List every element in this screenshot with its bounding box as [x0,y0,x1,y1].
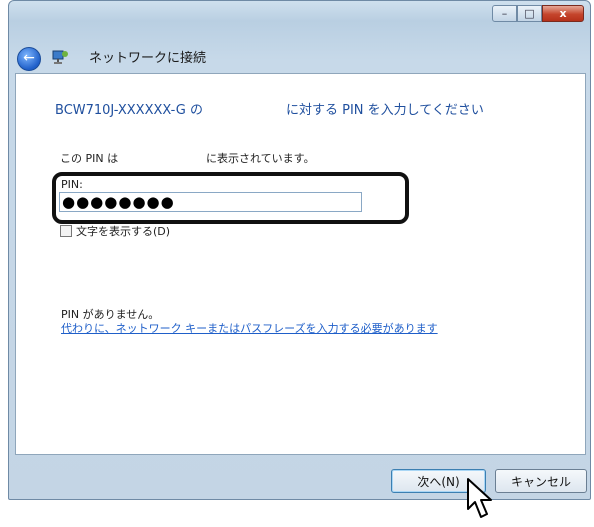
page-heading-right: に対する PIN を入力してください [286,103,484,118]
content-panel: BCW710J-XXXXXX-G の に対する PIN を入力してください この… [15,73,586,455]
minimize-button[interactable]: – [492,5,517,22]
show-characters-label: 文字を表示する(D) [76,225,171,238]
page-heading-left: BCW710J-XXXXXX-G の [55,103,204,118]
enter-key-link[interactable]: 代わりに、ネットワーク キーまたはパスフレーズを入力する必要があります [61,320,438,336]
highlight-frame [52,172,409,224]
window-title: ネットワークに接続 [89,51,207,66]
show-characters-checkbox[interactable]: 文字を表示する(D) [60,223,170,239]
maximize-button[interactable]: □ [517,5,542,22]
window-controls: – □ x [492,5,584,22]
back-arrow-icon[interactable]: ← [17,47,41,71]
pin-hint-right: に表示されています。 [206,152,315,165]
pin-hint-left: この PIN は [60,152,119,165]
checkbox-box[interactable] [60,225,72,237]
button-bar: 次へ(N) キャンセル [9,455,590,501]
cancel-button[interactable]: キャンセル [495,469,587,493]
mouse-pointer-icon [467,478,492,518]
title-bar: – □ x ← ネットワークに接続 [9,1,590,73]
dialog-window: – □ x ← ネットワークに接続 BCW710J-XXXXXX-G の に対す… [8,0,591,500]
network-icon [52,50,68,64]
close-button[interactable]: x [542,5,584,22]
